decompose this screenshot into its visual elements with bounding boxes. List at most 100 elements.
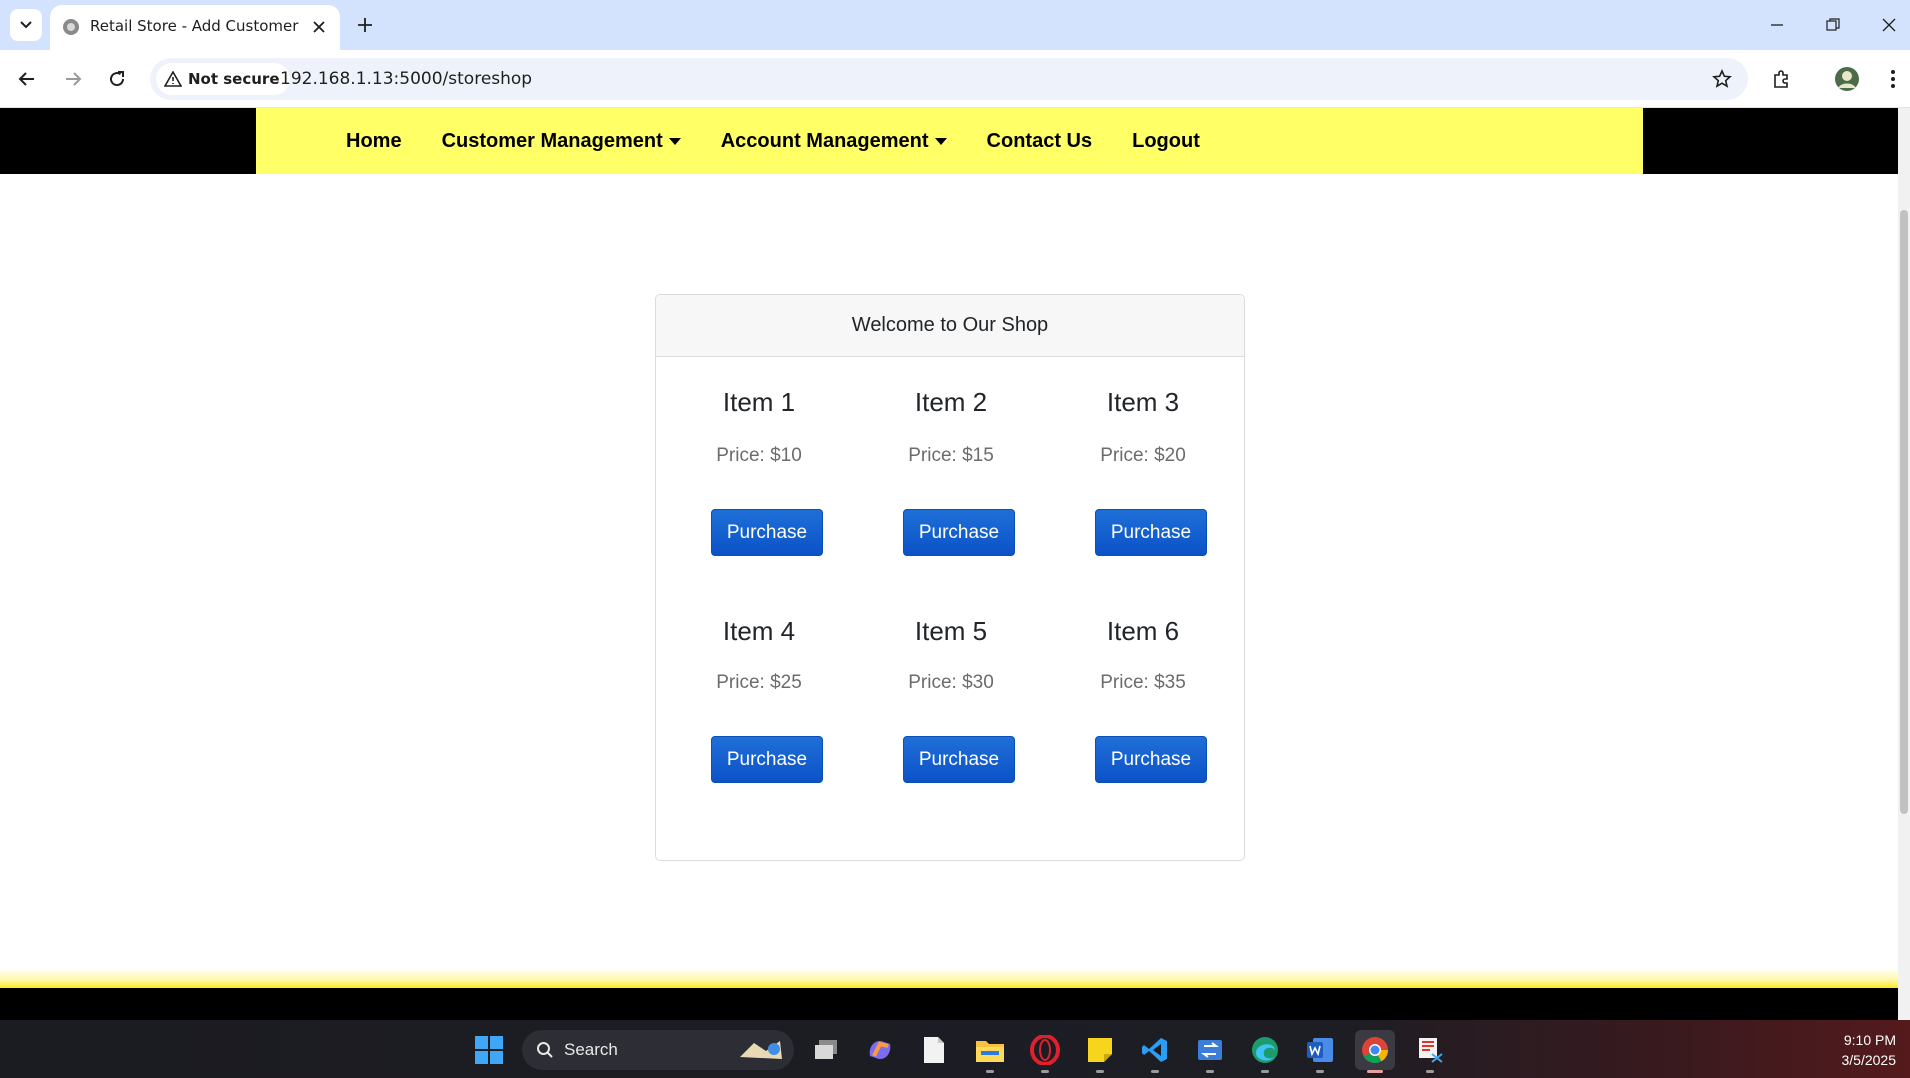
- product-name: Item 6: [1106, 616, 1180, 646]
- url-text[interactable]: 192.168.1.13:5000/storeshop: [280, 69, 532, 89]
- scrollbar-thumb[interactable]: [1900, 210, 1908, 814]
- clock-time: 9:10 PM: [1843, 1032, 1896, 1048]
- word-icon[interactable]: [1300, 1030, 1340, 1073]
- close-window-icon[interactable]: [1866, 10, 1910, 40]
- copilot-icon[interactable]: [860, 1030, 900, 1070]
- browser-tab-strip: Retail Store - Add Customer: [0, 0, 1910, 50]
- task-view-icon[interactable]: [806, 1030, 846, 1070]
- product-item: Item 1 Price: $10 Purchase: [663, 357, 855, 584]
- web-page: Home Customer Management Account Managem…: [0, 108, 1898, 1020]
- purchase-button[interactable]: Purchase: [1095, 509, 1207, 556]
- minimize-icon[interactable]: [1754, 10, 1800, 40]
- navbar-menu: Home Customer Management Account Managem…: [256, 108, 1643, 174]
- product-price: Price: $15: [908, 445, 994, 466]
- running-indicator: [1041, 1070, 1049, 1073]
- browser-tab[interactable]: Retail Store - Add Customer: [50, 5, 340, 50]
- nav-home[interactable]: Home: [346, 130, 402, 153]
- browser-toolbar: Not secure 192.168.1.13:5000/storeshop: [0, 50, 1910, 108]
- nav-customer-management[interactable]: Customer Management: [442, 130, 681, 153]
- taskbar-search-label: Search: [564, 1040, 618, 1059]
- running-indicator: [1367, 1070, 1383, 1073]
- product-item: Item 4 Price: $25 Purchase: [663, 584, 855, 811]
- running-indicator: [1426, 1070, 1434, 1073]
- product-price: Price: $20: [1100, 445, 1186, 466]
- product-price: Price: $10: [716, 445, 802, 466]
- extensions-icon[interactable]: [1766, 64, 1796, 94]
- vscode-icon[interactable]: [1135, 1030, 1175, 1073]
- search-icon: [536, 1041, 554, 1059]
- close-tab-icon[interactable]: [308, 16, 330, 38]
- file-explorer-icon[interactable]: [970, 1030, 1010, 1073]
- site-navbar: Home Customer Management Account Managem…: [0, 108, 1898, 174]
- taskbar-search[interactable]: Search: [522, 1030, 794, 1070]
- sticky-notes-icon[interactable]: [1080, 1030, 1120, 1073]
- address-bar[interactable]: Not secure 192.168.1.13:5000/storeshop: [150, 58, 1748, 100]
- windows-taskbar: Search 9:10 PM 3/5/2025: [0, 1020, 1910, 1078]
- purchase-button[interactable]: Purchase: [1095, 736, 1207, 783]
- purchase-button[interactable]: Purchase: [903, 509, 1015, 556]
- purchase-button[interactable]: Purchase: [711, 509, 823, 556]
- shop-card-header: Welcome to Our Shop: [656, 295, 1244, 357]
- product-price: Price: $25: [716, 672, 802, 693]
- product-item: Item 5 Price: $30 Purchase: [855, 584, 1047, 811]
- bookmark-star-icon[interactable]: [1710, 67, 1734, 91]
- running-indicator: [986, 1070, 994, 1073]
- chrome-icon[interactable]: [1355, 1030, 1395, 1073]
- caret-down-icon: [934, 137, 947, 145]
- running-indicator: [1261, 1070, 1269, 1073]
- product-item: Item 3 Price: $20 Purchase: [1047, 357, 1239, 584]
- tab-search-button[interactable]: [10, 9, 42, 41]
- product-item: Item 6 Price: $35 Purchase: [1047, 584, 1239, 811]
- product-grid: Item 1 Price: $10 Purchase Item 2 Price:…: [656, 357, 1246, 811]
- system-clock[interactable]: 9:10 PM 3/5/2025: [1842, 1030, 1897, 1070]
- back-icon[interactable]: [12, 64, 42, 94]
- globe-icon: [62, 18, 80, 36]
- nav-logout[interactable]: Logout: [1132, 130, 1200, 153]
- remote-app-icon[interactable]: [1190, 1030, 1230, 1073]
- tab-title: Retail Store - Add Customer: [90, 17, 299, 35]
- site-footer: [0, 988, 1898, 1020]
- product-item: Item 2 Price: $15 Purchase: [855, 357, 1047, 584]
- windows-start-icon[interactable]: [469, 1030, 509, 1070]
- nav-home-label: Home: [346, 129, 402, 152]
- snipping-tool-icon[interactable]: [1410, 1030, 1450, 1073]
- clock-date: 3/5/2025: [1841, 1052, 1897, 1068]
- search-highlight-icon: [736, 1037, 786, 1063]
- chevron-down-icon: [20, 21, 32, 29]
- security-label: Not secure: [188, 70, 280, 88]
- profile-avatar-icon[interactable]: [1832, 64, 1862, 94]
- reload-icon[interactable]: [102, 64, 132, 94]
- security-chip[interactable]: Not secure: [156, 63, 290, 95]
- page-scrollbar[interactable]: [1898, 108, 1910, 1020]
- running-indicator: [1206, 1070, 1214, 1073]
- running-indicator: [1151, 1070, 1159, 1073]
- forward-icon[interactable]: [58, 64, 88, 94]
- running-indicator: [1096, 1070, 1104, 1073]
- notepad-icon[interactable]: [914, 1030, 954, 1070]
- purchase-button[interactable]: Purchase: [711, 736, 823, 783]
- nav-customer-management-label: Customer Management: [441, 129, 663, 152]
- product-name: Item 5: [914, 616, 988, 646]
- product-name: Item 2: [914, 387, 988, 417]
- product-price: Price: $30: [908, 672, 994, 693]
- nav-contact-us[interactable]: Contact Us: [987, 130, 1093, 153]
- product-name: Item 1: [722, 387, 796, 417]
- product-name: Item 3: [1106, 387, 1180, 417]
- caret-down-icon: [668, 137, 681, 145]
- menu-kebab-icon[interactable]: [1878, 64, 1908, 94]
- nav-account-management[interactable]: Account Management: [721, 130, 947, 153]
- nav-account-management-label: Account Management: [720, 129, 929, 152]
- nav-logout-label: Logout: [1132, 129, 1200, 152]
- shop-card: Welcome to Our Shop Item 1 Price: $10 Pu…: [655, 294, 1245, 861]
- warning-icon: [164, 71, 182, 87]
- new-tab-icon[interactable]: [352, 12, 378, 38]
- footer-glow: [0, 968, 1898, 990]
- nav-contact-us-label: Contact Us: [986, 129, 1093, 152]
- product-price: Price: $35: [1100, 672, 1186, 693]
- purchase-button[interactable]: Purchase: [903, 736, 1015, 783]
- edge-icon[interactable]: [1245, 1030, 1285, 1073]
- running-indicator: [1316, 1070, 1324, 1073]
- restore-icon[interactable]: [1810, 10, 1856, 40]
- opera-icon[interactable]: [1025, 1030, 1065, 1073]
- product-name: Item 4: [722, 616, 796, 646]
